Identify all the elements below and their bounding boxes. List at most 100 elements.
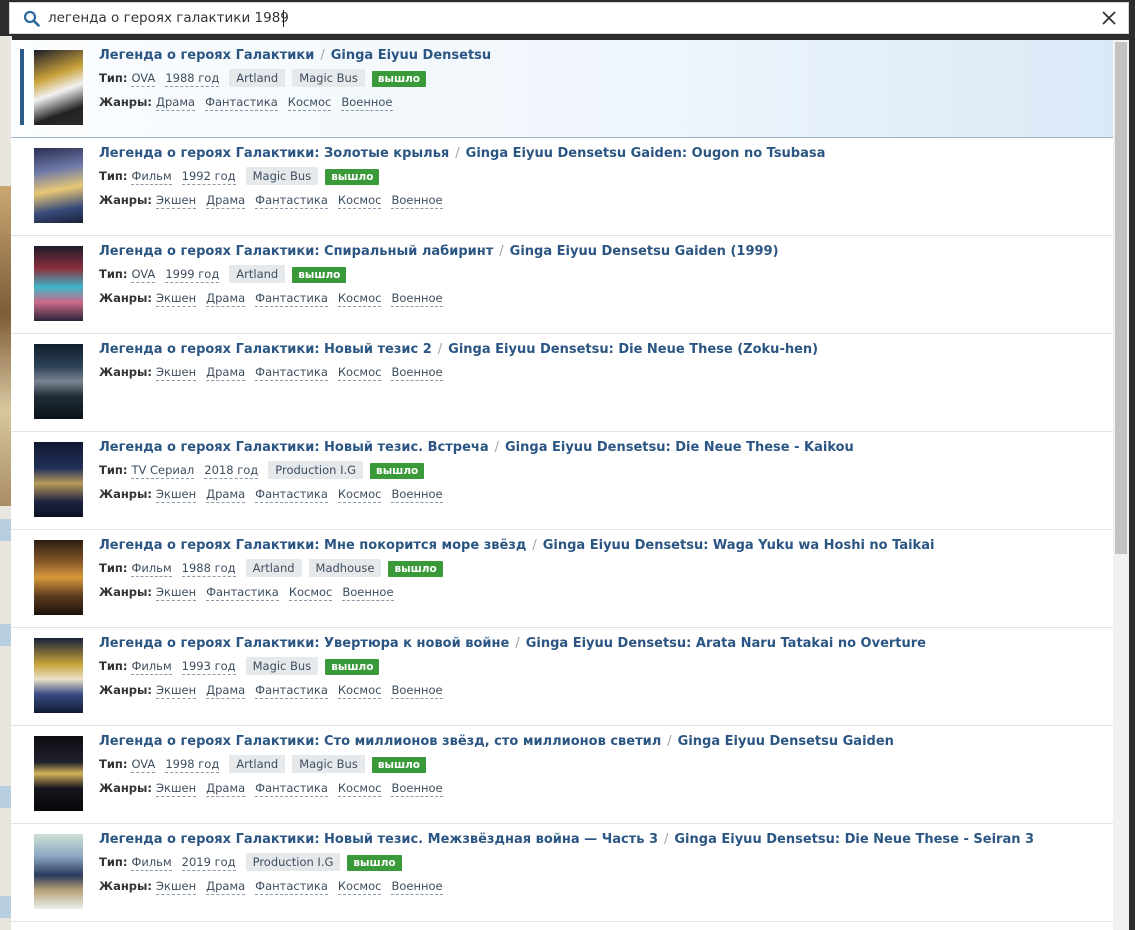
poster-thumbnail[interactable]	[34, 442, 83, 517]
result-title[interactable]: Легенда о героях Галактики / Ginga Eiyuu D…	[99, 48, 491, 63]
year-value[interactable]: 1993 год	[181, 659, 236, 675]
genre-link[interactable]: Фантастика	[255, 365, 328, 381]
year-value[interactable]: 1988 год	[165, 71, 220, 87]
poster-thumbnail[interactable]	[34, 344, 83, 419]
poster-thumbnail[interactable]	[34, 246, 83, 321]
genre-link[interactable]: Космос	[288, 585, 333, 601]
result-title[interactable]: Легенда о героях Галактики: Новый тезис …	[99, 342, 818, 357]
genre-link[interactable]: Космос	[337, 365, 382, 381]
genre-link[interactable]: Космос	[337, 193, 382, 209]
genre-link[interactable]: Экшен	[156, 585, 197, 601]
genre-link[interactable]: Драма	[206, 193, 246, 209]
genre-link[interactable]: Космос	[287, 95, 332, 111]
studio-tag[interactable]: Madhouse	[308, 559, 382, 577]
genre-link[interactable]: Фантастика	[255, 683, 328, 699]
year-value[interactable]: 1999 год	[165, 267, 220, 283]
title-ru[interactable]: Легенда о героях Галактики: Золотые крыл…	[99, 146, 449, 161]
year-value[interactable]: 1992 год	[181, 169, 236, 185]
result-item[interactable]: Легенда о героях Галактики: Новый тезис …	[11, 334, 1113, 432]
studio-tag[interactable]: Magic Bus	[245, 167, 319, 185]
type-value[interactable]: Фильм	[131, 659, 172, 675]
poster-thumbnail[interactable]	[34, 638, 83, 713]
type-value[interactable]: OVA	[131, 757, 156, 773]
genre-link[interactable]: Космос	[337, 781, 382, 797]
result-title[interactable]: Легенда о героях Галактики: Новый тезис.…	[99, 832, 1034, 847]
genre-link[interactable]: Космос	[337, 683, 382, 699]
genre-link[interactable]: Экшен	[156, 193, 197, 209]
studio-tag[interactable]: Production I.G	[268, 461, 364, 479]
title-ru[interactable]: Легенда о героях Галактики: Новый тезис …	[99, 342, 432, 357]
close-icon[interactable]	[1101, 10, 1117, 26]
title-en[interactable]: Ginga Eiyuu Densetsu	[331, 48, 491, 63]
result-item[interactable]: Легенда о героях Галактики: Мне покоритс…	[11, 530, 1113, 628]
title-en[interactable]: Ginga Eiyuu Densetsu: Arata Naru Tatakai…	[526, 636, 926, 651]
genre-link[interactable]: Военное	[391, 879, 443, 895]
title-en[interactable]: Ginga Eiyuu Densetsu: Die Neue These - S…	[674, 832, 1034, 847]
genre-link[interactable]: Военное	[391, 365, 443, 381]
genre-link[interactable]: Фантастика	[255, 879, 328, 895]
result-title[interactable]: Легенда о героях Галактики: Мне покоритс…	[99, 538, 934, 553]
genre-link[interactable]: Космос	[337, 487, 382, 503]
result-title[interactable]: Легенда о героях Галактики: Сто миллионо…	[99, 734, 894, 749]
result-item[interactable]: Легенда о героях Галактики / Ginga Eiyuu D…	[11, 40, 1113, 138]
genre-link[interactable]: Драма	[206, 487, 246, 503]
result-item[interactable]: Легенда о героях Галактики: Увертюра к н…	[11, 628, 1113, 726]
poster-thumbnail[interactable]	[34, 148, 83, 223]
result-title[interactable]: Легенда о героях Галактики: Спиральный л…	[99, 244, 779, 259]
studio-tag[interactable]: Production I.G	[245, 853, 341, 871]
genre-link[interactable]: Военное	[391, 781, 443, 797]
genre-link[interactable]: Фантастика	[255, 193, 328, 209]
genre-link[interactable]: Экшен	[156, 487, 197, 503]
title-en[interactable]: Ginga Eiyuu Densetsu Gaiden	[678, 734, 894, 749]
studio-tag[interactable]: Artland	[229, 265, 286, 283]
type-value[interactable]: Фильм	[131, 561, 172, 577]
title-ru[interactable]: Легенда о героях Галактики: Новый тезис.…	[99, 440, 489, 455]
genre-link[interactable]: Космос	[337, 291, 382, 307]
title-ru[interactable]: Легенда о героях Галактики: Увертюра к н…	[99, 636, 509, 651]
type-value[interactable]: OVA	[131, 267, 156, 283]
genre-link[interactable]: Фантастика	[255, 781, 328, 797]
studio-tag[interactable]: Artland	[245, 559, 302, 577]
genre-link[interactable]: Драма	[206, 683, 246, 699]
poster-thumbnail[interactable]	[34, 50, 83, 125]
result-title[interactable]: Легенда о героях Галактики: Новый тезис.…	[99, 440, 854, 455]
title-ru[interactable]: Легенда о героях Галактики: Сто миллионо…	[99, 734, 661, 749]
genre-link[interactable]: Драма	[206, 365, 246, 381]
title-ru[interactable]: Легенда о героях Галактики: Мне покоритс…	[99, 538, 526, 553]
genre-link[interactable]: Драма	[206, 781, 246, 797]
type-value[interactable]: Фильм	[131, 169, 172, 185]
type-value[interactable]: TV Сериал	[131, 463, 195, 479]
genre-link[interactable]: Военное	[391, 683, 443, 699]
result-item[interactable]: Легенда о героях Галактики: Новый тезис.…	[11, 432, 1113, 530]
type-value[interactable]: OVA	[131, 71, 156, 87]
genre-link[interactable]: Фантастика	[205, 95, 278, 111]
poster-thumbnail[interactable]	[34, 834, 83, 909]
genre-link[interactable]: Экшен	[156, 781, 197, 797]
genre-link[interactable]: Фантастика	[206, 585, 279, 601]
search-input[interactable]	[48, 6, 1068, 30]
genre-link[interactable]: Драма	[206, 291, 246, 307]
genre-link[interactable]: Экшен	[156, 683, 197, 699]
result-item[interactable]: Легенда о героях Галактики: Новый тезис.…	[11, 824, 1113, 922]
title-en[interactable]: Ginga Eiyuu Densetsu: Waga Yuku wa Hoshi…	[543, 538, 935, 553]
genre-link[interactable]: Экшен	[156, 291, 197, 307]
scrollbar-thumb[interactable]	[1115, 42, 1127, 554]
genre-link[interactable]: Военное	[391, 487, 443, 503]
title-en[interactable]: Ginga Eiyuu Densetsu Gaiden (1999)	[510, 244, 779, 259]
year-value[interactable]: 2018 год	[204, 463, 259, 479]
title-ru[interactable]: Легенда о героях Галактики	[99, 48, 314, 63]
studio-tag[interactable]: Magic Bus	[292, 69, 365, 87]
poster-thumbnail[interactable]	[34, 736, 83, 811]
title-en[interactable]: Ginga Eiyuu Densetsu: Die Neue These (Zo…	[448, 342, 818, 357]
year-value[interactable]: 2019 год	[181, 855, 236, 871]
studio-tag[interactable]: Artland	[229, 69, 286, 87]
genre-link[interactable]: Космос	[337, 879, 382, 895]
genre-link[interactable]: Драма	[206, 879, 246, 895]
poster-thumbnail[interactable]	[34, 540, 83, 615]
result-item[interactable]: Легенда о героях Галактики: Спиральный л…	[11, 236, 1113, 334]
genre-link[interactable]: Экшен	[156, 879, 197, 895]
genre-link[interactable]: Драма	[156, 95, 196, 111]
genre-link[interactable]: Военное	[341, 95, 393, 111]
genre-link[interactable]: Фантастика	[255, 291, 328, 307]
genre-link[interactable]: Фантастика	[255, 487, 328, 503]
